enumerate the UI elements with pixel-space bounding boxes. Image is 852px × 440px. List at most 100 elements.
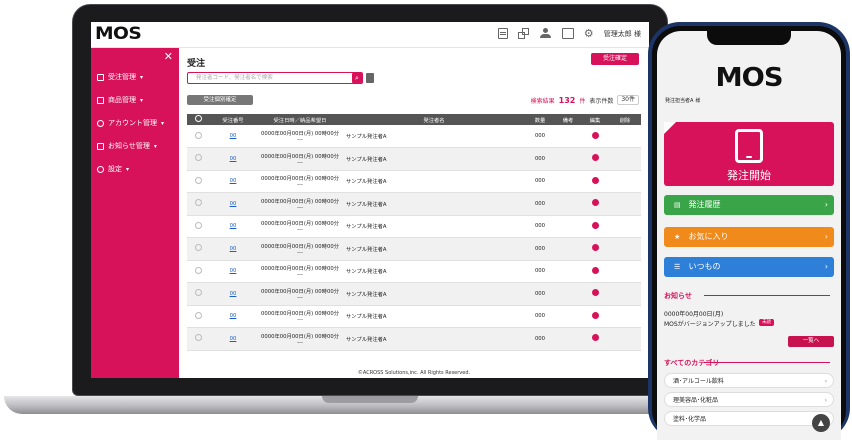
delete-cell[interactable]: [609, 237, 641, 261]
edit-cell[interactable]: [581, 282, 609, 306]
delete-cell[interactable]: [609, 215, 641, 238]
app-logo[interactable]: MOS: [95, 24, 142, 44]
order-number-cell[interactable]: 00: [209, 237, 257, 261]
edit-cell[interactable]: [581, 237, 609, 261]
notice-icon[interactable]: [561, 28, 574, 39]
edit-icon[interactable]: [591, 311, 599, 319]
col-header[interactable]: 受注番号: [209, 114, 257, 125]
order-number-cell[interactable]: 00: [209, 125, 257, 148]
edit-cell[interactable]: [581, 327, 609, 351]
document-icon[interactable]: [497, 28, 508, 39]
search-input[interactable]: 発注者コード、発注者名で検索: [187, 72, 363, 84]
edit-cell[interactable]: [581, 125, 609, 148]
edit-cell[interactable]: [581, 192, 609, 216]
row-checkbox[interactable]: [187, 147, 209, 171]
delete-cell[interactable]: [609, 170, 641, 193]
delete-cell[interactable]: [609, 305, 641, 328]
usual-button[interactable]: ☰ いつもの ›: [664, 257, 834, 277]
category-item[interactable]: 理美容品･化粧品 ›: [664, 392, 834, 407]
edit-cell[interactable]: [581, 305, 609, 328]
edit-icon[interactable]: [591, 176, 599, 184]
delete-cell[interactable]: [609, 192, 641, 216]
filter-icon[interactable]: [366, 73, 374, 83]
row-checkbox[interactable]: [187, 125, 209, 148]
order-number-link[interactable]: 00: [230, 246, 237, 252]
row-checkbox[interactable]: [187, 192, 209, 216]
edit-cell[interactable]: [581, 215, 609, 238]
delivery-date: ---: [297, 204, 303, 211]
order-number-cell[interactable]: 00: [209, 282, 257, 306]
delete-cell[interactable]: [609, 125, 641, 148]
bulk-confirm-button[interactable]: 受注個別確定: [187, 95, 253, 105]
sidebar-item-news[interactable]: お知らせ管理 ▾: [97, 141, 157, 151]
edit-icon[interactable]: [591, 266, 599, 274]
news-text[interactable]: MOSがバージョンアップしました: [664, 319, 756, 328]
order-number-cell[interactable]: 00: [209, 192, 257, 216]
order-number-cell[interactable]: 00: [209, 170, 257, 193]
category-label: 理美容品･化粧品: [673, 397, 719, 404]
confirm-orders-button[interactable]: 受注確定: [591, 53, 639, 65]
edit-icon[interactable]: [591, 199, 599, 207]
news-list-button[interactable]: 一覧へ: [788, 336, 834, 347]
search-icon[interactable]: ⌕: [352, 73, 362, 83]
favorites-button[interactable]: ★ お気に入り ›: [664, 227, 834, 247]
sidebar-item-products[interactable]: 商品管理 ▾: [97, 95, 143, 105]
edit-cell[interactable]: [581, 147, 609, 171]
delete-cell[interactable]: [609, 260, 641, 283]
row-checkbox[interactable]: [187, 215, 209, 238]
row-checkbox[interactable]: [187, 260, 209, 283]
edit-cell[interactable]: [581, 260, 609, 283]
order-number-link[interactable]: 00: [230, 223, 237, 229]
row-checkbox[interactable]: [187, 170, 209, 193]
order-number-link[interactable]: 00: [230, 133, 237, 139]
select-all-checkbox[interactable]: [187, 114, 209, 125]
col-header[interactable]: 受注日時／納品希望日: [257, 114, 343, 125]
order-number-link[interactable]: 00: [230, 156, 237, 162]
row-checkbox[interactable]: [187, 237, 209, 261]
order-number-cell[interactable]: 00: [209, 147, 257, 171]
edit-icon[interactable]: [591, 154, 599, 162]
col-header[interactable]: 発注者名: [343, 114, 525, 125]
edit-icon[interactable]: [591, 221, 599, 229]
edit-icon[interactable]: [591, 244, 599, 252]
edit-cell[interactable]: [581, 170, 609, 193]
phone-logo[interactable]: MOS: [657, 63, 841, 93]
delete-cell[interactable]: [609, 327, 641, 351]
gear-icon[interactable]: ⚙: [584, 28, 594, 39]
row-checkbox[interactable]: [187, 327, 209, 351]
order-number-link[interactable]: 00: [230, 268, 237, 274]
order-number-link[interactable]: 00: [230, 178, 237, 184]
note-cell: [555, 282, 581, 306]
quantity-cell: 000: [525, 170, 555, 193]
delete-cell[interactable]: [609, 282, 641, 306]
order-number-link[interactable]: 00: [230, 313, 237, 319]
delete-cell[interactable]: [609, 147, 641, 171]
close-icon[interactable]: ✕: [164, 50, 173, 63]
start-order-button[interactable]: 発注開始: [664, 122, 834, 186]
scroll-top-button[interactable]: ▲: [812, 414, 830, 432]
order-number-cell[interactable]: 00: [209, 260, 257, 283]
products-icon[interactable]: [517, 28, 530, 39]
edit-icon[interactable]: [591, 289, 599, 297]
category-item[interactable]: 塗料･化学品 ›: [664, 411, 834, 426]
sidebar-item-orders[interactable]: 受注管理 ▾: [97, 72, 143, 82]
users-icon[interactable]: [539, 28, 552, 39]
per-page-select[interactable]: 30件: [617, 95, 639, 105]
edit-icon[interactable]: [591, 131, 599, 139]
user-suffix: 様: [695, 98, 701, 104]
row-checkbox[interactable]: [187, 305, 209, 328]
order-number-cell[interactable]: 00: [209, 327, 257, 351]
sidebar-item-settings[interactable]: 設定 ▾: [97, 164, 129, 174]
order-number-cell[interactable]: 00: [209, 305, 257, 328]
sidebar-item-accounts[interactable]: アカウント管理 ▾: [97, 118, 164, 128]
admin-name[interactable]: 管理太郎 様: [604, 29, 641, 39]
order-number-link[interactable]: 00: [230, 201, 237, 207]
order-history-button[interactable]: ▤ 発注履歴 ›: [664, 195, 834, 215]
order-number-link[interactable]: 00: [230, 336, 237, 342]
order-number-cell[interactable]: 00: [209, 215, 257, 238]
row-checkbox[interactable]: [187, 282, 209, 306]
edit-icon[interactable]: [591, 334, 599, 342]
order-number-link[interactable]: 00: [230, 291, 237, 297]
list-icon: ☰: [674, 263, 681, 271]
category-item[interactable]: 酒･アルコール飲料 ›: [664, 373, 834, 388]
